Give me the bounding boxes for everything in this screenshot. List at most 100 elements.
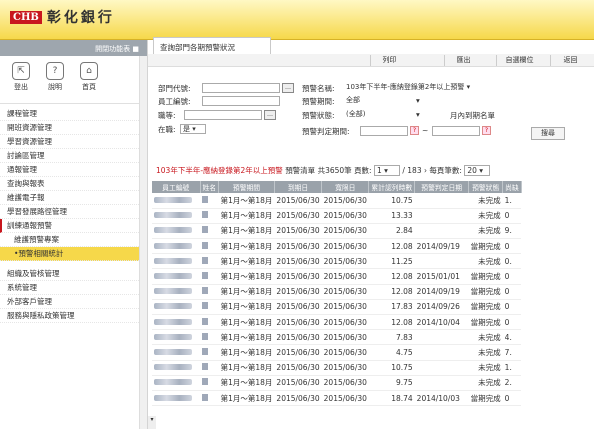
table-cell: 未完成 [468,329,503,346]
print-button[interactable]: 列印 [370,55,408,66]
table-cell: 2015/06/30 [321,329,369,346]
table-row[interactable]: 第1月～第18月 2015/06/30 2015/06/30 7.83 未完成 4. [152,329,522,346]
menu-item[interactable]: 通報管理 [0,163,139,177]
menu-item[interactable]: 開班資源管理 [0,121,139,135]
table-cell: 2015/06/30 [321,390,369,407]
table-cell: 1. [502,193,522,209]
name-cell [200,360,219,376]
table-row[interactable]: 第1月～第18月 2015/06/30 2015/06/30 13.33 未完成 0 [152,208,522,224]
submenu-item[interactable]: 維護預警專案 [0,233,139,247]
menu-item-active[interactable]: 訓練通報預警 [0,219,139,233]
redacted-name [202,317,208,325]
table-row[interactable]: 第1月～第18月 2015/06/30 2015/06/30 11.25 未完成 0. [152,253,522,270]
table-cell [414,193,469,209]
menu-item[interactable]: 討論區管理 [0,149,139,163]
table-row[interactable]: 第1月～第18月 2015/06/30 2015/06/30 12.08 2014/10… [152,314,522,331]
table-row[interactable]: 第1月～第18月 2015/06/30 2015/06/30 10.75 未完成 1. [152,193,522,209]
table-row[interactable]: 第1月～第18月 2015/06/30 2015/06/30 18.74 2014/10… [152,390,522,407]
menu-item[interactable]: 學習發展路徑管理 [0,205,139,219]
redacted-name [202,393,208,401]
emp-id-cell [152,314,200,331]
table-row[interactable]: 第1月～第18月 2015/06/30 2015/06/30 12.08 2014/09… [152,238,522,255]
column-header[interactable]: 累計認列時數 [368,181,416,193]
emp-id-cell [152,208,200,224]
table-cell: 當期完成 [468,314,503,331]
table-cell: 2015/06/30 [274,314,322,331]
menu-item[interactable]: 學習資源管理 [0,135,139,149]
table-cell: 2015/06/30 [321,223,369,240]
judge-end-input[interactable] [432,126,480,136]
menu-item[interactable]: 課程管理 [0,107,139,121]
table-cell: 9. [502,223,522,240]
dept-picker-button[interactable]: … [282,83,294,93]
table-cell: 4.75 [368,344,415,361]
column-header[interactable]: 寬限日 [321,181,370,193]
menu-item[interactable]: 組織及管核管理 [0,267,139,281]
export-button[interactable]: 匯出 [444,55,482,66]
sidebar: 開閉功能表 ■ ⇱ 登出 ? 說明 ⌂ 首頁 課程管理 開班資源管理 學習資源管… [0,40,148,429]
menu-item[interactable]: 服務與隱私政策管理 [0,309,139,323]
column-header[interactable]: 預警狀態 [468,181,504,193]
table-row[interactable]: 第1月～第18月 2015/06/30 2015/06/30 9.75 未完成 2. [152,375,522,391]
back-button[interactable]: 返回 [550,55,590,66]
logout-button[interactable]: ⇱ 登出 [6,62,36,103]
page-tab[interactable]: 查詢部門各期預警狀況 [153,37,271,54]
table-cell [414,375,469,391]
home-button[interactable]: ⌂ 首頁 [74,62,104,103]
menu-item[interactable]: 查詢與報表 [0,177,139,191]
name-cell [200,238,219,255]
calendar-icon[interactable]: ? [410,126,419,135]
column-header[interactable]: 預警期間 [218,181,275,193]
column-header[interactable]: 員工編號 [152,181,201,193]
column-header[interactable]: 姓名 [200,181,220,193]
menu-item[interactable]: 系統管理 [0,281,139,295]
menu-item[interactable]: 維護電子報 [0,191,139,205]
next-page-icon[interactable]: › [424,166,427,175]
table-cell: 第1月～第18月 [218,299,275,316]
chevron-down-icon: ▾ [416,96,420,105]
table-row[interactable]: 第1月～第18月 2015/06/30 2015/06/30 17.83 2014/09… [152,299,522,316]
alert-name-select[interactable]: 103年下半年-應納登錄第2年以上預警 ▾ [344,83,516,93]
emp-id-input[interactable] [202,96,280,106]
column-header[interactable]: 尚缺 [502,181,522,193]
column-header[interactable]: 預警判定日期 [414,181,470,193]
redacted-id [154,257,192,264]
search-button[interactable]: 搜尋 [531,127,565,140]
table-cell: 12.08 [368,284,415,300]
table-scroll-arrow[interactable]: ▾ [148,416,156,429]
help-button[interactable]: ? 說明 [40,62,70,103]
table-header-row: 員工編號 姓名 預警期間 到期日 寬限日 累計認列時數 預警判定日期 預警狀態 … [152,181,522,193]
title-picker-button[interactable]: … [264,110,276,120]
dept-code-input[interactable] [202,83,280,93]
table-row[interactable]: 第1月～第18月 2015/06/30 2015/06/30 2.84 未完成 9. [152,223,522,240]
redacted-name [202,332,208,340]
emp-id-cell [152,360,200,376]
table-cell: 2015/06/30 [274,360,322,376]
page-select[interactable]: 1 ▾ [373,165,400,176]
table-row[interactable]: 第1月～第18月 2015/06/30 2015/06/30 12.08 2014/09… [152,284,522,300]
title-input[interactable] [184,110,262,120]
table-row[interactable]: 第1月～第18月 2015/06/30 2015/06/30 10.75 未完成 1. [152,360,522,376]
table-cell: 2015/01/01 [414,268,469,285]
table-cell: 12.08 [368,314,415,331]
judge-start-input[interactable] [360,126,408,136]
redacted-id [154,303,192,310]
submenu-item-selected[interactable]: •預警相關統計 [0,247,139,261]
sidebar-scrollbar[interactable] [139,56,147,429]
result-summary: 103年下半年-應納登錄第2年以上預警 預警清單 共3650筆 頁數: 1 ▾ … [156,165,491,176]
sidebar-collapse-toggle[interactable]: 開閉功能表 ■ [0,40,147,56]
emp-id-cell [152,268,200,285]
calendar-icon[interactable]: ? [482,126,491,135]
per-page-select[interactable]: 20 ▾ [464,165,491,176]
menu-item[interactable]: 外部客戶管理 [0,295,139,309]
column-header[interactable]: 到期日 [274,181,323,193]
custom-fields-button[interactable]: 自選欄位 [496,55,542,66]
alert-period-select[interactable]: 全部 [344,96,424,106]
logout-label: 登出 [14,83,28,91]
table-row[interactable]: 第1月～第18月 2015/06/30 2015/06/30 12.08 2015/01… [152,268,522,285]
table-cell: 當期完成 [468,238,503,255]
alert-status-select[interactable]: (全部) [344,110,424,120]
in-service-select[interactable]: 是 ▾ [180,124,206,134]
range-separator: ~ [422,126,429,135]
table-row[interactable]: 第1月～第18月 2015/06/30 2015/06/30 4.75 未完成 7. [152,344,522,361]
